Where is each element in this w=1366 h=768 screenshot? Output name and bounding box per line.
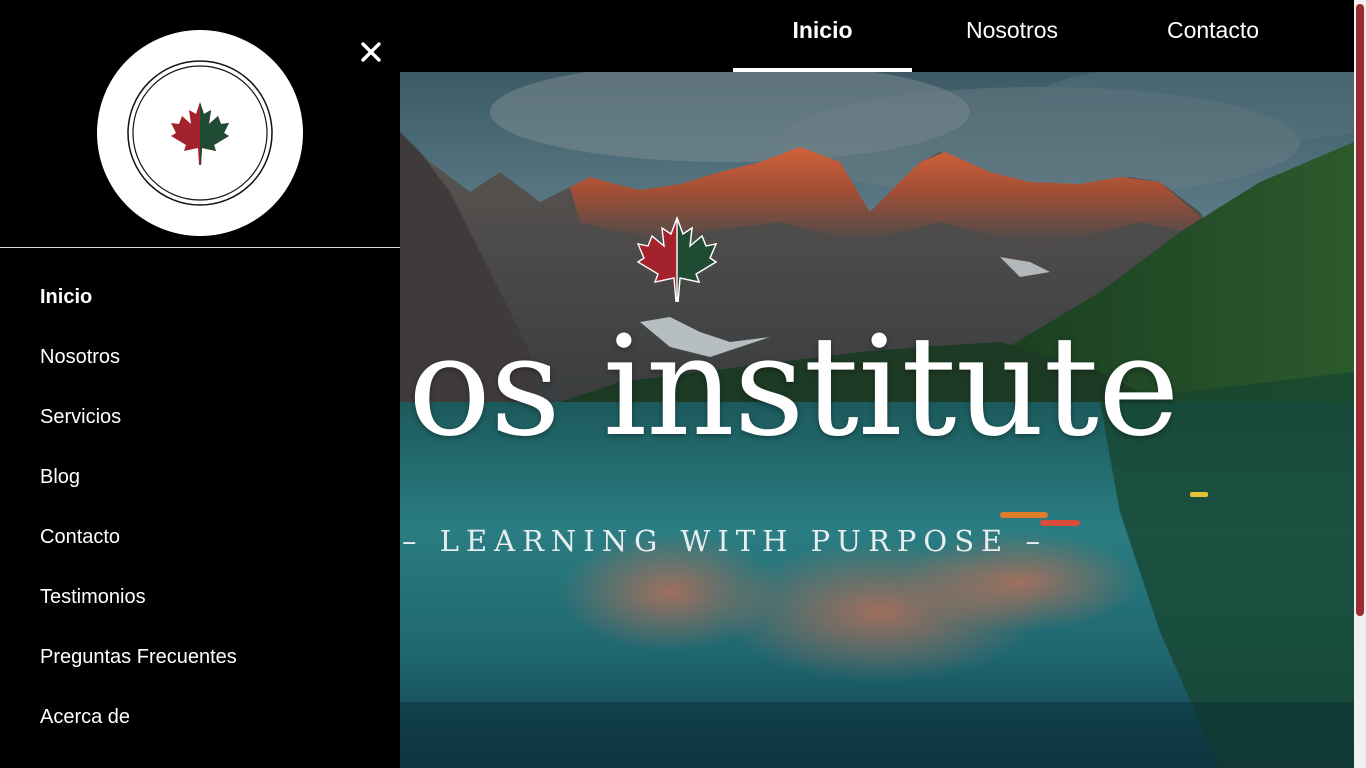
tab-contacto[interactable]: Contacto [1150, 0, 1276, 72]
side-menu: Inicio Nosotros Servicios Blog Contacto … [0, 0, 400, 768]
close-menu-button[interactable] [355, 36, 387, 68]
tab-inicio[interactable]: Inicio [733, 0, 912, 72]
side-menu-item-acerca-de[interactable]: Acerca de [40, 701, 237, 761]
side-menu-item-nosotros[interactable]: Nosotros [40, 341, 237, 401]
top-nav: Inicio Nosotros Contacto [400, 0, 1354, 72]
hero-tagline: – LEARNING WITH PURPOSE – [402, 524, 1047, 558]
side-menu-item-preguntas-frecuentes[interactable]: Preguntas Frecuentes [40, 641, 237, 701]
side-menu-item-testimonios[interactable]: Testimonios [40, 581, 237, 641]
side-menu-item-contacto[interactable]: Contacto [40, 521, 237, 581]
hero-title: os institute [408, 306, 1180, 467]
side-menu-item-inicio[interactable]: Inicio [40, 281, 237, 341]
scrollbar-thumb[interactable] [1356, 4, 1364, 616]
page: os institute – LEARNING WITH PURPOSE – I… [0, 0, 1366, 768]
page-scrollbar[interactable] [1354, 0, 1366, 768]
close-icon [361, 42, 381, 62]
maple-leaf-logo-icon [127, 60, 273, 206]
side-menu-item-servicios[interactable]: Servicios [40, 401, 237, 461]
menu-divider [0, 247, 400, 248]
side-menu-item-blog[interactable]: Blog [40, 461, 237, 521]
side-menu-list: Inicio Nosotros Servicios Blog Contacto … [40, 281, 237, 761]
hero-maple-leaf-icon [636, 216, 718, 302]
tab-nosotros[interactable]: Nosotros [948, 0, 1076, 72]
hero-section: os institute – LEARNING WITH PURPOSE – [400, 72, 1354, 768]
logo[interactable] [97, 30, 303, 236]
